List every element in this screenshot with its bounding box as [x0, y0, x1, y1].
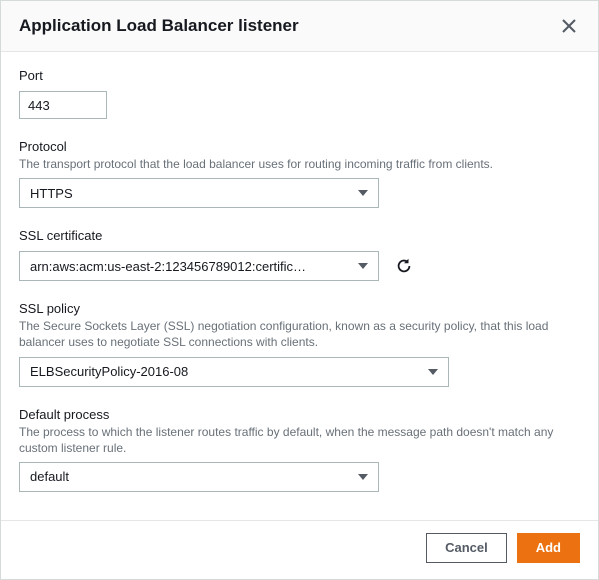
- ssl-certificate-field: SSL certificate arn:aws:acm:us-east-2:12…: [19, 228, 580, 281]
- default-process-select[interactable]: default: [19, 462, 379, 492]
- ssl-policy-select-value: ELBSecurityPolicy-2016-08: [30, 364, 188, 379]
- chevron-down-icon: [358, 263, 368, 269]
- dialog-header: Application Load Balancer listener: [1, 1, 598, 52]
- port-label: Port: [19, 68, 580, 83]
- cancel-button[interactable]: Cancel: [426, 533, 507, 563]
- dialog-title: Application Load Balancer listener: [19, 16, 299, 36]
- port-field: Port: [19, 68, 580, 119]
- dialog-body: Port Protocol The transport protocol tha…: [1, 52, 598, 520]
- ssl-certificate-select[interactable]: arn:aws:acm:us-east-2:123456789012:certi…: [19, 251, 379, 281]
- ssl-certificate-select-value: arn:aws:acm:us-east-2:123456789012:certi…: [30, 259, 306, 274]
- default-process-help: The process to which the listener routes…: [19, 424, 580, 456]
- dialog-footer: Cancel Add: [1, 520, 598, 579]
- refresh-icon: [395, 257, 413, 275]
- protocol-help: The transport protocol that the load bal…: [19, 156, 580, 172]
- chevron-down-icon: [358, 190, 368, 196]
- chevron-down-icon: [358, 474, 368, 480]
- protocol-field: Protocol The transport protocol that the…: [19, 139, 580, 208]
- ssl-policy-label: SSL policy: [19, 301, 580, 316]
- default-process-select-value: default: [30, 469, 69, 484]
- ssl-certificate-label: SSL certificate: [19, 228, 580, 243]
- default-process-label: Default process: [19, 407, 580, 422]
- listener-dialog: Application Load Balancer listener Port …: [0, 0, 599, 580]
- protocol-select-value: HTTPS: [30, 186, 73, 201]
- ssl-policy-field: SSL policy The Secure Sockets Layer (SSL…: [19, 301, 580, 386]
- chevron-down-icon: [428, 369, 438, 375]
- protocol-select[interactable]: HTTPS: [19, 178, 379, 208]
- ssl-policy-help: The Secure Sockets Layer (SSL) negotiati…: [19, 318, 580, 350]
- port-input[interactable]: [19, 91, 107, 119]
- add-button[interactable]: Add: [517, 533, 580, 563]
- ssl-policy-select[interactable]: ELBSecurityPolicy-2016-08: [19, 357, 449, 387]
- close-button[interactable]: [558, 15, 580, 37]
- refresh-certificates-button[interactable]: [393, 255, 415, 277]
- default-process-field: Default process The process to which the…: [19, 407, 580, 492]
- protocol-label: Protocol: [19, 139, 580, 154]
- close-icon: [562, 19, 576, 33]
